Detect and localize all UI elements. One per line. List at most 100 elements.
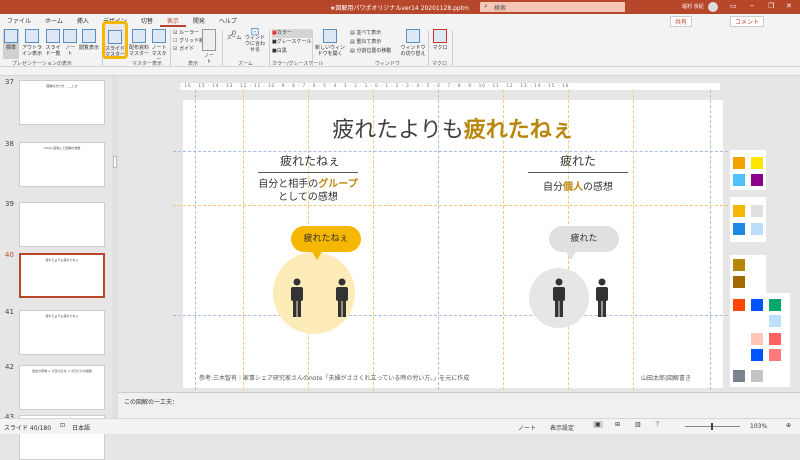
notes-toggle[interactable]: ノート — [518, 423, 536, 432]
accessibility-icon[interactable]: ⊡ — [60, 422, 65, 429]
color-swatch[interactable] — [733, 370, 745, 382]
slide-thumbnail[interactable] — [19, 202, 105, 247]
text: 自分 — [543, 182, 563, 193]
slide-thumbnail[interactable]: 図解のかけ方：___とき — [19, 80, 105, 125]
color-swatch[interactable] — [733, 157, 745, 169]
color-swatch[interactable] — [769, 315, 781, 327]
color-swatch[interactable] — [751, 157, 763, 169]
notes-pane[interactable]: この図解の一工夫： — [118, 392, 800, 418]
tab-transitions[interactable]: 切替 — [134, 14, 160, 27]
slide-thumbnail[interactable]: 疲れたよりも疲れたねぇ — [19, 253, 105, 298]
window-title: ★図解用パワポオリジナルver14 20201128.pptm — [330, 5, 469, 12]
color-swatch[interactable] — [733, 276, 745, 288]
search-box[interactable]: 検索 ⌕ — [480, 2, 625, 12]
label: 配布資料マスター — [129, 45, 150, 57]
switch-windows-button[interactable]: ウィンドウの切り替え — [400, 29, 426, 57]
notes-text: この図解の一工夫： — [124, 399, 179, 406]
gridlines-checkbox[interactable]: ☐ グリッド線 — [173, 37, 204, 45]
arrange-all-button[interactable]: ▤ 並べて表示 — [350, 29, 391, 38]
color-swatch[interactable] — [751, 333, 763, 345]
outline-view-button[interactable]: アウトライン表示 — [20, 29, 44, 57]
right-heading: 疲れた — [559, 154, 596, 168]
slide-thumbnail[interactable]: 疲れたよりも疲れたねぇ — [19, 310, 105, 355]
notes-button[interactable]: ノート — [202, 29, 216, 65]
tab-insert[interactable]: 挿入 — [70, 14, 96, 27]
slide-sorter-icon — [46, 29, 60, 43]
restore-button[interactable]: ❐ — [768, 2, 774, 10]
left-description: 自分と相手のグループ としての感想 — [243, 178, 373, 204]
color-swatch[interactable] — [751, 205, 763, 217]
close-button[interactable]: ✕ — [786, 2, 792, 10]
zoom-slider[interactable] — [685, 423, 740, 430]
label: 並べて表示 — [356, 30, 382, 36]
ruler-checkbox[interactable]: ☑ ルーラー — [173, 29, 204, 37]
label: ガイド — [179, 46, 195, 52]
macro-button[interactable]: マクロ — [432, 29, 448, 51]
fit-slide-icon[interactable]: ⊕ — [786, 422, 791, 429]
reading-view-icon[interactable]: ▥ — [635, 421, 641, 428]
slideshow-icon[interactable]: ⊤ — [655, 421, 660, 428]
fit-to-window-button[interactable]: ⊡ ウィンドウに合わせる — [243, 26, 267, 53]
normal-view-icon[interactable]: ▣ — [593, 421, 603, 428]
slide-thumbnail[interactable]: noteに投稿した図解の枚数 — [19, 142, 105, 187]
notes-master-button[interactable]: ノートマスター — [150, 29, 168, 63]
label: 新しいウィンドウを開く — [315, 45, 346, 57]
comment-button[interactable]: コメント — [730, 16, 765, 27]
slide-sorter-icon[interactable]: ⊞ — [615, 421, 620, 428]
language[interactable]: 日本語 — [72, 423, 90, 432]
tab-file[interactable]: ファイル — [0, 14, 38, 27]
color-swatch[interactable] — [769, 299, 781, 311]
handout-master-button[interactable]: 配布資料マスター — [129, 29, 149, 57]
cascade-button[interactable]: ▤ 重ねて表示 — [350, 38, 391, 47]
quick-access-toolbar — [0, 67, 800, 76]
color-swatch[interactable] — [733, 299, 745, 311]
avatar[interactable] — [708, 2, 718, 12]
color-swatch[interactable] — [751, 299, 763, 311]
tab-developer[interactable]: 開発 — [186, 14, 212, 27]
title-highlight: 疲れたねぇ — [463, 118, 574, 143]
color-swatch[interactable] — [733, 205, 745, 217]
color-swatch[interactable] — [751, 174, 763, 186]
scrollbar[interactable] — [112, 76, 118, 418]
share-button[interactable]: 共有 — [670, 16, 693, 27]
person-icon — [336, 278, 348, 317]
search-icon: ⌕ — [484, 2, 488, 10]
label: 分割位置の移動 — [356, 48, 392, 54]
normal-view-button[interactable]: 標準 — [3, 29, 19, 59]
guides-checkbox[interactable]: ☑ ガイド — [173, 45, 204, 53]
color-swatch[interactable] — [751, 349, 763, 361]
group-label: マクロ — [432, 61, 448, 67]
color-swatch[interactable] — [733, 223, 745, 235]
slide-thumbnail[interactable]: 過去の意味 × 今日の気付 = 今日だけの価値 — [19, 365, 105, 410]
reading-view-button[interactable]: 閲覧表示 — [78, 29, 100, 51]
color-swatch[interactable] — [733, 174, 745, 186]
group-label: ウィンドウ — [375, 61, 401, 67]
palette-panel — [730, 197, 766, 242]
status-bar: スライド 40/180 ⊡ 日本語 ノート 表示設定 ▣ ⊞ ▥ ⊤ 103% … — [0, 418, 800, 434]
speech-bubble-left: 疲れたねぇ — [291, 226, 361, 252]
display-settings[interactable]: 表示設定 — [550, 423, 574, 432]
color-swatch[interactable] — [751, 370, 763, 382]
zoom-button[interactable]: ⌕ ズーム — [225, 26, 243, 41]
tab-home[interactable]: ホーム — [38, 14, 70, 27]
tab-view[interactable]: 表示 — [159, 14, 186, 27]
color-swatch[interactable] — [733, 259, 745, 271]
move-split-button[interactable]: ▤ 分割位置の移動 — [350, 47, 391, 56]
black-white-button[interactable]: ■白黒 — [272, 47, 312, 56]
ribbon-display-icon[interactable]: ▭ — [730, 2, 737, 10]
slide-sorter-button[interactable]: スライド一覧 — [45, 29, 61, 57]
grayscale-button[interactable]: ■グレースケール — [272, 38, 312, 47]
label: ウィンドウの切り替え — [400, 45, 426, 57]
minimize-button[interactable]: – — [750, 1, 754, 10]
zoom-level[interactable]: 103% — [750, 423, 767, 430]
tab-help[interactable]: ヘルプ — [212, 14, 244, 27]
color-button[interactable]: ■カラー — [272, 29, 312, 38]
color-swatch[interactable] — [769, 349, 781, 361]
notes-page-button[interactable]: ノート — [63, 29, 77, 57]
slide-master-button[interactable]: スライドマスター — [102, 21, 128, 59]
new-window-button[interactable]: 新しいウィンドウを開く — [315, 29, 345, 57]
label: ズーム — [226, 35, 242, 41]
color-swatch[interactable] — [769, 333, 781, 345]
normal-view-icon — [4, 29, 18, 43]
color-swatch[interactable] — [751, 223, 763, 235]
